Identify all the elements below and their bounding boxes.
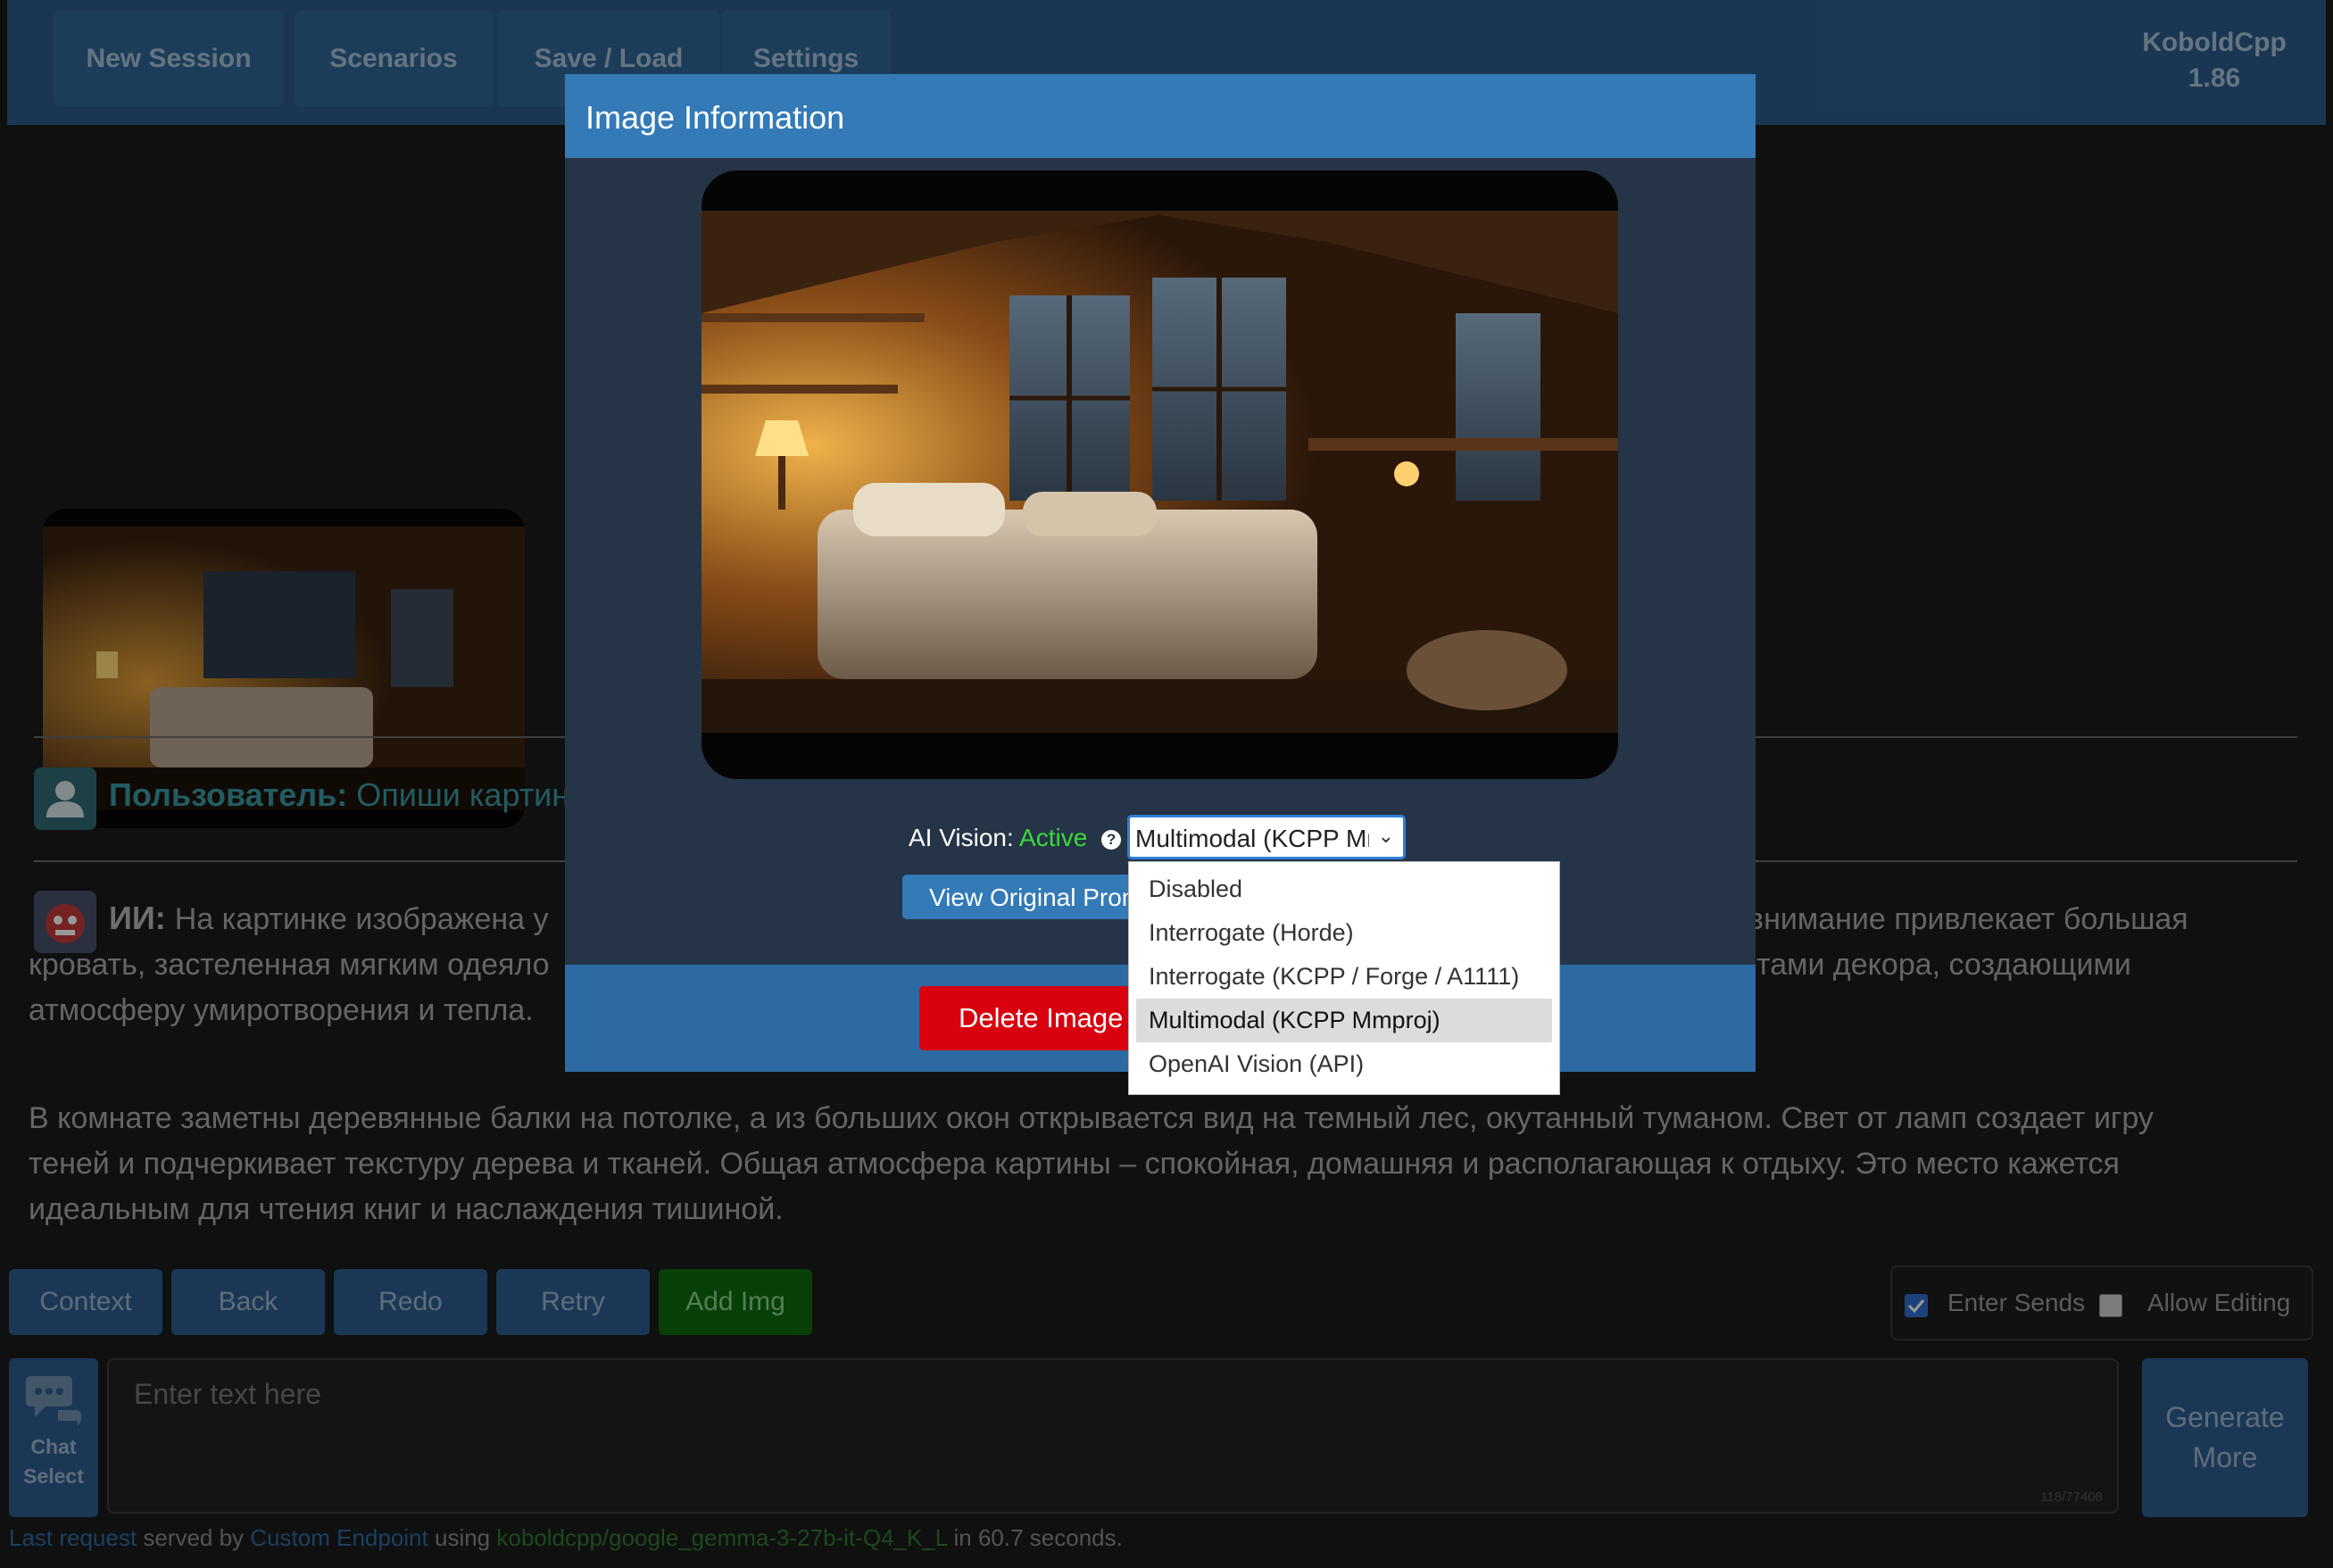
ai-vision-label-group: AI Vision: Active ? (909, 824, 1122, 852)
ai-vision-dropdown-list: Disabled Interrogate (Horde) Interrogate… (1128, 861, 1560, 1095)
ai-vision-row: AI Vision: Active ? Multimodal (KCPP Mmp… (565, 815, 1756, 868)
option-disabled[interactable]: Disabled (1136, 867, 1552, 911)
image-preview (702, 170, 1618, 779)
help-icon[interactable]: ? (1101, 829, 1122, 850)
modal-title: Image Information (585, 99, 845, 136)
ai-vision-select[interactable]: Multimodal (KCPP Mmproj) ⌄ (1127, 815, 1406, 859)
ai-vision-selected-value: Multimodal (KCPP Mmproj) (1135, 825, 1369, 852)
ai-vision-status: Active (1019, 824, 1088, 851)
option-multimodal-kcpp[interactable]: Multimodal (KCPP Mmproj) (1136, 999, 1552, 1042)
option-interrogate-horde[interactable]: Interrogate (Horde) (1136, 911, 1552, 955)
ai-vision-label: AI Vision: (909, 824, 1014, 851)
option-interrogate-kcpp[interactable]: Interrogate (KCPP / Forge / A1111) (1136, 955, 1552, 999)
modal-header: Image Information (565, 74, 1756, 158)
option-openai-vision[interactable]: OpenAI Vision (API) (1136, 1042, 1552, 1086)
chevron-down-icon: ⌄ (1377, 825, 1394, 847)
